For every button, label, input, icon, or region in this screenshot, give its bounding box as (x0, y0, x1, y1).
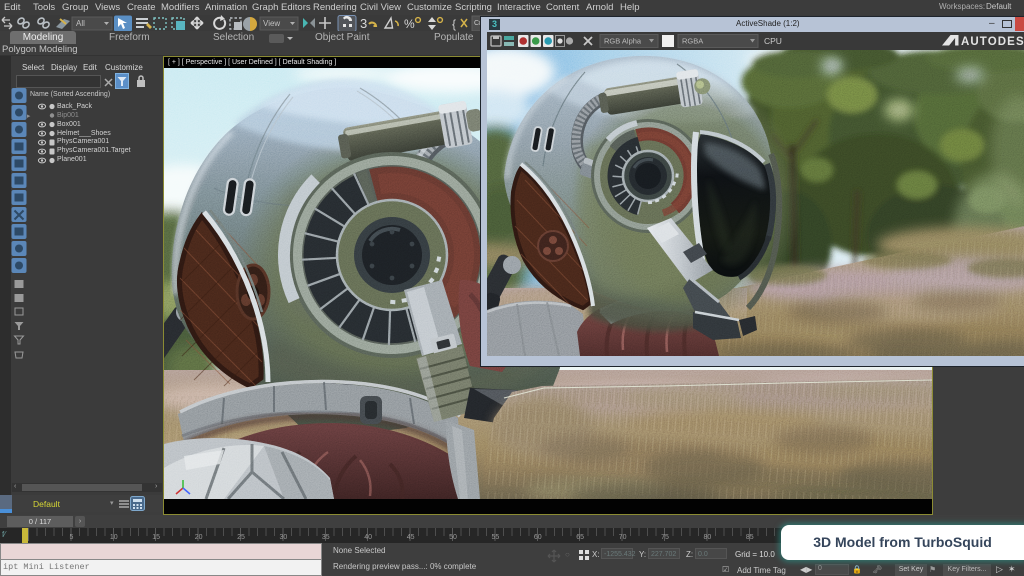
svg-text:View: View (263, 19, 280, 28)
svg-text:3: 3 (360, 16, 367, 31)
svg-text:RGBA: RGBA (682, 37, 703, 46)
svg-text:CPU: CPU (764, 36, 782, 46)
svg-text:%: % (404, 17, 415, 31)
svg-text:All: All (76, 19, 85, 28)
svg-text:RGB Alpha: RGB Alpha (604, 37, 642, 46)
svg-text:{: { (452, 17, 456, 31)
svg-text:AUTODESK: AUTODESK (961, 36, 1024, 48)
